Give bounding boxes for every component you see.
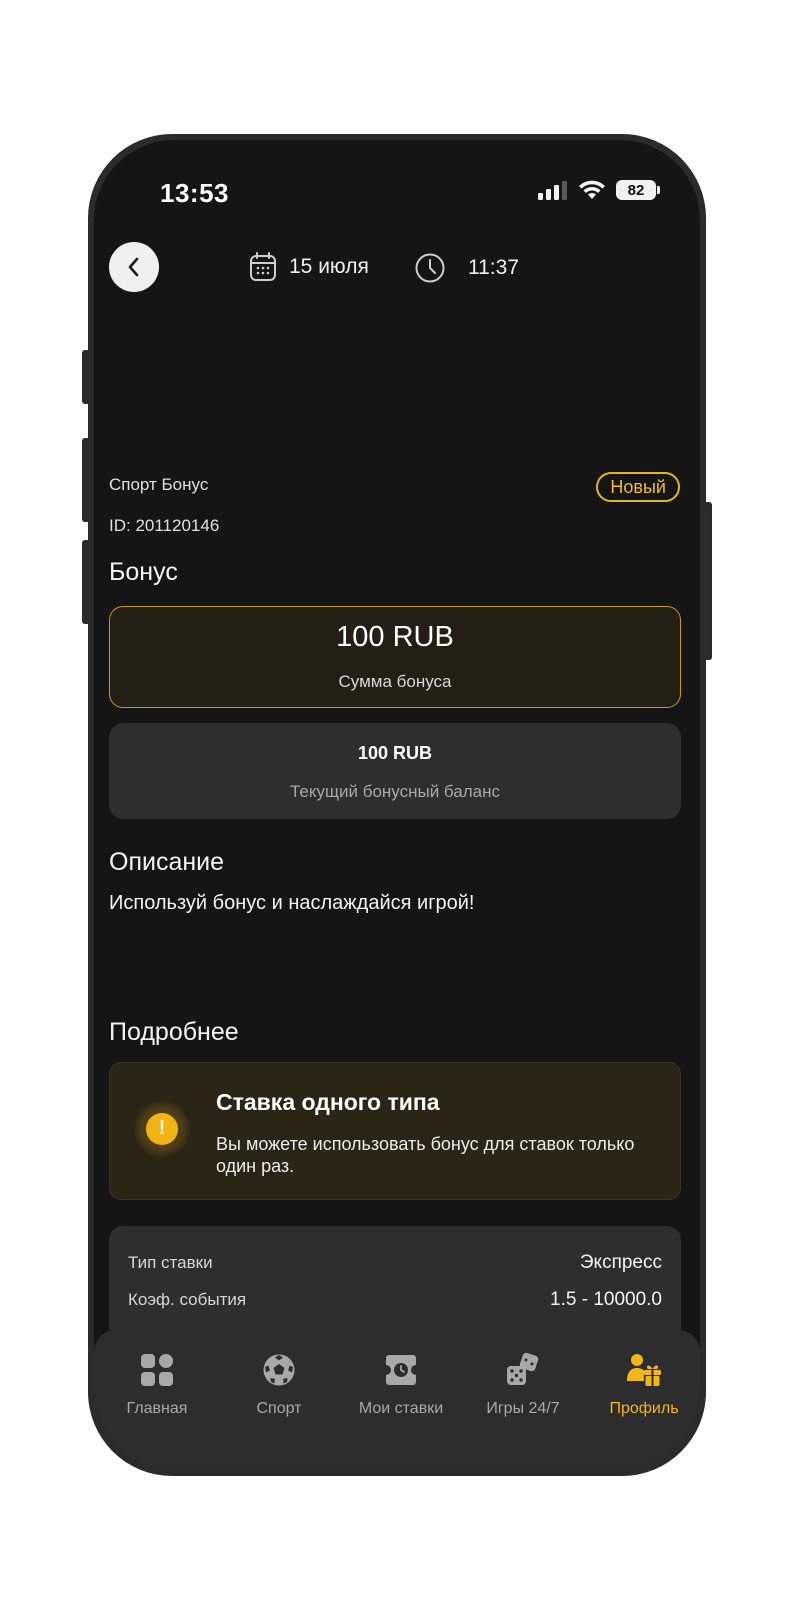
tab-label: Игры 24/7 (486, 1400, 560, 1417)
chevron-left-icon (128, 257, 139, 277)
bonus-amount-label: Сумма бонуса (338, 672, 452, 691)
tab-sport[interactable]: Спорт (219, 1350, 339, 1418)
tab-label: Спорт (256, 1400, 302, 1417)
time-text: 11:37 (468, 256, 519, 279)
details-title: Подробнее (109, 1018, 239, 1046)
info-text: Вы можете использовать бонус для ставок … (216, 1134, 635, 1176)
tab-my-bets[interactable]: Мои ставки (341, 1350, 461, 1418)
description-text: Используй бонус и наслаждайся игрой! (109, 892, 475, 914)
calendar-icon (250, 252, 276, 281)
detail-key: Коэф. события (128, 1290, 247, 1309)
phone-frame: 13:53 82 15 июля 11:37 Спорт Бонус Новый… (88, 134, 706, 1476)
date-display: 15 июля (249, 252, 369, 282)
info-card: ! Ставка одного типа Вы можете использов… (109, 1062, 681, 1200)
bonus-amount-value: 100 RUB (336, 621, 454, 653)
time-display: 11:37 (414, 252, 519, 284)
bonus-balance-card: 100 RUB Текущий бонусный баланс (109, 723, 681, 819)
bonus-section-title: Бонус (109, 558, 178, 586)
tab-profile[interactable]: Профиль (584, 1350, 700, 1418)
info-title: Ставка одного типа (216, 1089, 440, 1115)
status-time: 13:53 (160, 178, 229, 208)
detail-key: Тип ставки (128, 1253, 213, 1272)
detail-row: Тип ставки Экспресс (128, 1252, 662, 1274)
exclamation-icon-wrap: ! (134, 1101, 190, 1157)
status-icons: 82 (538, 180, 660, 200)
clock-icon (415, 253, 445, 283)
tab-label: Мои ставки (358, 1400, 444, 1417)
description-title: Описание (109, 848, 225, 876)
home-grid-icon (141, 1354, 173, 1386)
back-button[interactable] (109, 242, 159, 292)
exclamation-icon: ! (146, 1113, 178, 1145)
screen: 13:53 82 15 июля 11:37 Спорт Бонус Новый… (94, 140, 700, 1470)
soccer-ball-icon (263, 1354, 295, 1386)
tab-home[interactable]: Главная (97, 1350, 217, 1418)
tab-label: Профиль (609, 1400, 679, 1417)
bonus-balance-label: Текущий бонусный баланс (290, 782, 500, 801)
detail-value: Экспресс (579, 1252, 662, 1273)
bonus-balance-value: 100 RUB (357, 743, 433, 763)
bonus-type-label: Спорт Бонус (109, 475, 209, 494)
profile-gift-icon (627, 1354, 661, 1386)
date-text: 15 июля (289, 255, 369, 278)
battery-indicator: 82 (616, 180, 660, 200)
bet-ticket-icon (386, 1355, 416, 1385)
tab-bar: Главная Спорт Мои ставки Игры 24/7 Профи… (94, 1330, 700, 1470)
status-badge: Новый (596, 472, 680, 502)
bonus-id-label: ID: 201120146 (109, 516, 220, 535)
detail-row: Коэф. события 1.5 - 10000.0 (128, 1289, 662, 1311)
signal-icon (538, 181, 567, 200)
bonus-amount-card: 100 RUB Сумма бонуса (109, 606, 681, 708)
dice-icon (507, 1352, 539, 1385)
detail-value: 1.5 - 10000.0 (550, 1289, 662, 1310)
tab-games[interactable]: Игры 24/7 (463, 1350, 583, 1418)
tab-label: Главная (126, 1400, 188, 1417)
wifi-icon (579, 180, 605, 199)
